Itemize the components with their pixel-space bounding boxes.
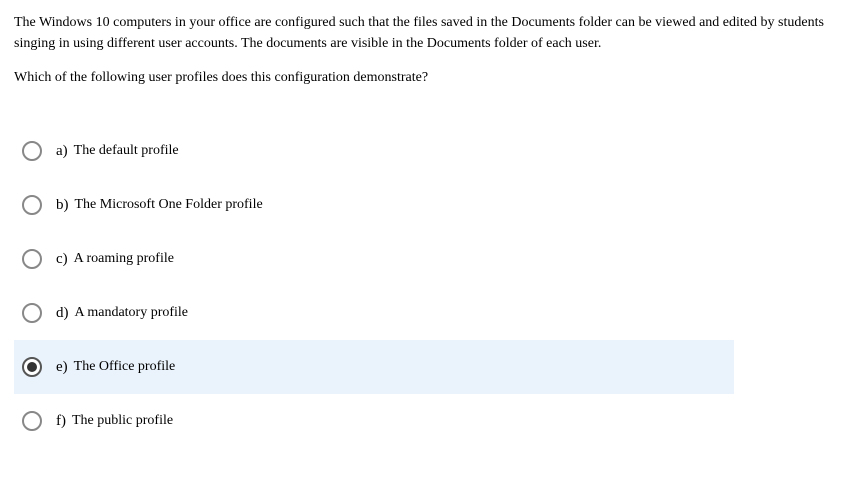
- radio-icon: [22, 303, 42, 323]
- option-text: The public profile: [72, 413, 173, 429]
- radio-icon: [22, 195, 42, 215]
- option-letter: f): [56, 413, 66, 430]
- option-b[interactable]: b) The Microsoft One Folder profile: [14, 178, 734, 232]
- option-letter: b): [56, 197, 69, 214]
- option-text: A roaming profile: [74, 251, 174, 267]
- option-f[interactable]: f) The public profile: [14, 394, 734, 448]
- option-letter: e): [56, 359, 68, 376]
- question-prompt: Which of the following user profiles doe…: [14, 70, 840, 86]
- option-text: The Microsoft One Folder profile: [75, 197, 263, 213]
- option-d[interactable]: d) A mandatory profile: [14, 286, 734, 340]
- option-text: The default profile: [74, 143, 179, 159]
- question-scenario: The Windows 10 computers in your office …: [14, 12, 840, 54]
- radio-icon: [22, 141, 42, 161]
- option-text: A mandatory profile: [75, 305, 189, 321]
- option-letter: c): [56, 251, 68, 268]
- option-text: The Office profile: [74, 359, 176, 375]
- radio-icon: [22, 411, 42, 431]
- radio-icon: [22, 249, 42, 269]
- option-c[interactable]: c) A roaming profile: [14, 232, 734, 286]
- option-e[interactable]: e) The Office profile: [14, 340, 734, 394]
- radio-icon: [22, 357, 42, 377]
- option-letter: d): [56, 305, 69, 322]
- options-list: a) The default profile b) The Microsoft …: [14, 124, 840, 448]
- option-letter: a): [56, 143, 68, 160]
- option-a[interactable]: a) The default profile: [14, 124, 734, 178]
